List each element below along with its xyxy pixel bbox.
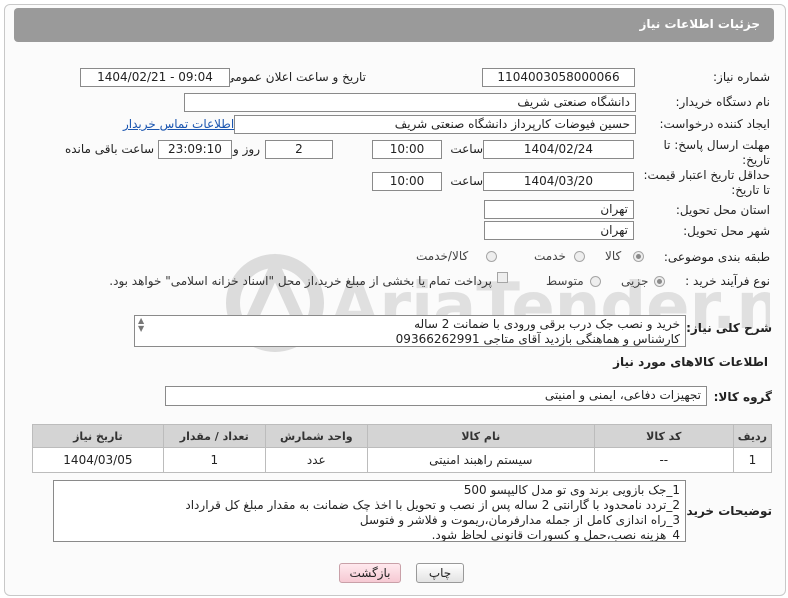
buyer-note-line-2: 2_تردد نامحدود با گارانتی 2 ساله پس از ن… [185,498,680,512]
cell-need-date: 1404/03/05 [32,447,164,473]
page-title: جزئیات اطلاعات نیاز [639,17,760,31]
category-option-service: خدمت [534,249,566,263]
province-field: تهران [484,200,634,219]
process-option-medium: متوسط [546,274,584,288]
header-bar: جزئیات اطلاعات نیاز [14,8,774,42]
category-radio-goods[interactable] [633,251,644,262]
category-radio-goods-service[interactable] [486,251,497,262]
category-option-goods-service: کالا/خدمت [416,249,469,263]
deadline-label-line2: تاریخ: [742,153,770,167]
goods-group-label: گروه کالا: [713,390,772,404]
category-option-goods: کالا [605,249,622,263]
price-validity-label-line2: تا تاریخ: [731,183,770,197]
city-field: تهران [484,221,634,240]
province-label: استان محل تحویل: [675,203,770,217]
price-validity-date-field: 1404/03/20 [483,172,634,191]
payment-note: پرداخت تمام یا بخشی از مبلغ خرید،از محل … [109,274,492,288]
city-label: شهر محل تحویل: [683,224,770,238]
announce-field: 1404/02/21 - 09:04 [80,68,230,87]
goods-table: ردیف کد کالا نام کالا واحد شمارش تعداد /… [32,424,773,473]
need-number-label: شماره نیاز: [713,70,770,84]
description-line-2: کارشناس و هماهنگی بازدید آقای متاجی 0936… [395,332,680,346]
buyer-note-line-3: 3_راه اندازی کامل از جمله مدارفرمان،ریمو… [359,513,680,527]
col-row-header: ردیف [732,424,773,448]
deadline-time-field: 10:00 [372,140,442,159]
buyer-note-line-4: 4_هزینه نصب،حمل و کسورات قانونی لحاظ شود… [431,528,680,542]
description-line-1: خرید و نصب جک درب برقی ورودی با ضمانت 2 … [414,317,680,331]
description-textarea[interactable]: خرید و نصب جک درب برقی ورودی با ضمانت 2 … [134,315,686,347]
scroll-down-icon[interactable]: ▼ [138,325,144,333]
goods-table-header: ردیف کد کالا نام کالا واحد شمارش تعداد /… [32,424,773,448]
requester-label: ایجاد کننده درخواست: [659,117,770,131]
col-code-header: کد کالا [593,424,734,448]
col-date-header: تاریخ نیاز [32,424,164,448]
process-radio-minor[interactable] [654,276,665,287]
deadline-time-label: ساعت [450,142,483,156]
category-radio-service[interactable] [574,251,585,262]
category-label: طبقه بندی موضوعی: [663,250,770,264]
buyer-contact-link[interactable]: اطلاعات تماس خریدار [123,117,234,131]
buyer-org-label: نام دستگاه خریدار: [675,95,771,109]
buyer-note-line-1: 1_جک بازویی برند وی تو مدل کالیپسو 500 [463,483,680,497]
table-row: 1 -- سیستم راهبند امنیتی عدد 1 1404/03/0… [32,447,773,473]
deadline-label: مهلت ارسال پاسخ: تا تاریخ: [663,138,770,168]
days-remaining-field: 2 [265,140,333,159]
announce-label: تاریخ و ساعت اعلان عمومی: [221,70,366,84]
print-button[interactable]: چاپ [416,563,464,583]
buyer-notes-textarea[interactable]: 1_جک بازویی برند وی تو مدل کالیپسو 500 2… [53,480,686,542]
need-number-field: 1104003058000066 [482,68,635,87]
price-validity-label: حداقل تاریخ اعتبار قیمت: تا تاریخ: [643,168,770,198]
cell-quantity: 1 [162,447,266,473]
goods-section-title: اطلاعات کالاهای مورد نیاز [613,355,768,369]
cell-row-number: 1 [732,447,773,473]
description-label: شرح کلی نیاز: [686,321,772,335]
col-name-header: نام کالا [366,424,595,448]
back-button[interactable]: بازگشت [339,563,401,583]
col-qty-header: تعداد / مقدار [162,424,266,448]
time-remaining-field: 23:09:10 [158,140,232,159]
process-option-minor: جزیی [621,274,649,288]
col-unit-header: واحد شمارش [264,424,368,448]
time-remaining-label: ساعت باقی مانده [64,142,154,156]
treasury-checkbox[interactable] [497,272,508,283]
deadline-label-line1: مهلت ارسال پاسخ: تا [663,138,770,152]
deadline-date-field: 1404/02/24 [483,140,634,159]
cell-name: سیستم راهبند امنیتی [366,447,595,473]
cell-code: -- [593,447,734,473]
buyer-org-field: دانشگاه صنعتی شریف [184,93,636,112]
goods-group-field: تجهیزات دفاعی، ایمنی و امنیتی [165,386,707,406]
price-validity-time-field: 10:00 [372,172,442,191]
process-radio-medium[interactable] [590,276,601,287]
price-validity-label-line1: حداقل تاریخ اعتبار قیمت: [643,168,770,182]
days-label: روز و [233,142,260,156]
cell-unit: عدد [264,447,368,473]
process-label: نوع فرآیند خرید : [685,274,770,288]
requester-field: حسین فیوضات کارپرداز دانشگاه صنعتی شریف [234,115,636,134]
price-validity-time-label: ساعت [450,174,483,188]
